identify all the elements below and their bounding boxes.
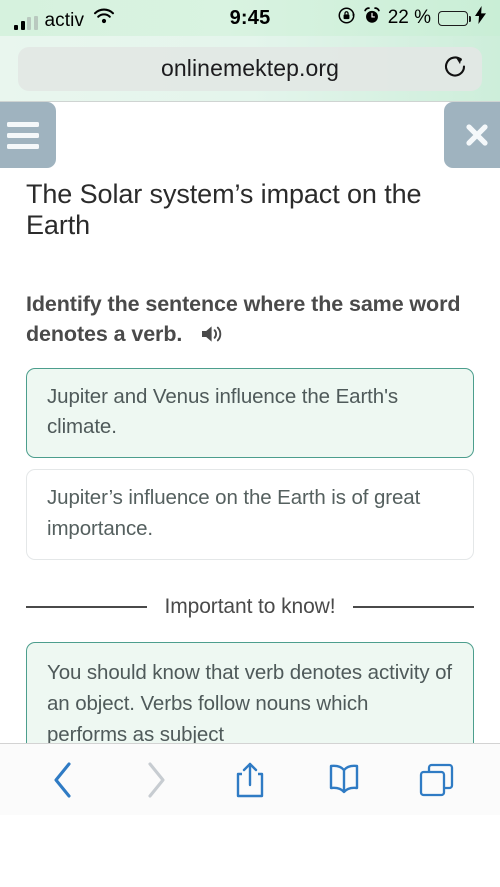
- reload-icon[interactable]: [442, 53, 468, 84]
- url-field[interactable]: onlinemektep.org: [18, 46, 482, 91]
- share-icon[interactable]: [220, 754, 280, 806]
- important-to-know-divider: Important to know!: [0, 571, 500, 621]
- answer-option-2[interactable]: Jupiter’s influence on the Earth is of g…: [26, 469, 474, 560]
- hamburger-menu-icon[interactable]: [0, 102, 56, 168]
- back-chevron-icon[interactable]: [33, 754, 93, 806]
- battery-percent-label: 22 %: [387, 7, 431, 28]
- phone-screen: activ 9:45 22 % onlinemektep.org The Sol…: [0, 0, 500, 887]
- status-bar-left: activ: [14, 7, 115, 30]
- browser-toolbar: [0, 743, 500, 815]
- answer-option-1[interactable]: Jupiter and Venus influence the Earth's …: [26, 367, 474, 459]
- divider-label: Important to know!: [164, 594, 336, 618]
- answer-options: Jupiter and Venus influence the Earth's …: [0, 354, 500, 560]
- tabs-icon[interactable]: [407, 754, 467, 806]
- rotation-lock-icon: [337, 6, 356, 31]
- question-prompt: Identify the sentence where the same wor…: [0, 242, 500, 354]
- wifi-icon: [93, 7, 115, 30]
- page-title: The Solar system’s impact on the Earth: [26, 179, 422, 241]
- page-content: The Solar system’s impact on the Earth I…: [0, 102, 500, 815]
- close-icon[interactable]: [444, 102, 500, 168]
- alarm-clock-icon: [363, 6, 381, 31]
- carrier-label: activ: [44, 9, 85, 31]
- signal-bars-icon: [14, 15, 38, 30]
- divider-rule-right: [353, 606, 474, 608]
- divider-rule-left: [26, 606, 147, 608]
- charging-bolt-icon: [475, 6, 486, 30]
- lesson-header-bar: [0, 102, 500, 168]
- question-text: Identify the sentence where the same wor…: [26, 291, 461, 347]
- url-text: onlinemektep.org: [160, 55, 340, 81]
- bookmarks-book-icon[interactable]: [314, 754, 374, 806]
- status-bar: activ 9:45 22 %: [0, 0, 500, 36]
- battery-icon: [438, 10, 472, 26]
- forward-chevron-icon: [126, 754, 186, 806]
- speaker-icon[interactable]: [200, 323, 225, 354]
- browser-url-bar: onlinemektep.org: [0, 36, 500, 102]
- status-bar-right: 22 %: [337, 6, 486, 31]
